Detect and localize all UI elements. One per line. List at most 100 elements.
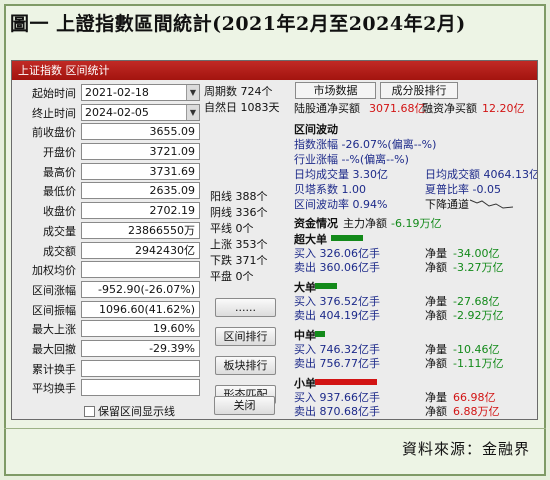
fund-sell: 卖出 756.77亿手 bbox=[294, 357, 380, 370]
stats-form: 起始时间 2021-02-18 ▼ 终止时间 2024-02-05 ▼ 前收盘价 36… bbox=[14, 83, 200, 398]
form-row: 成交量 23866550万 bbox=[14, 221, 200, 241]
fund-net-amt-label: 净额 bbox=[425, 309, 447, 322]
form-row: 收盘价 2702.19 bbox=[14, 201, 200, 221]
flat-line-count: 平线 0个 bbox=[210, 222, 254, 235]
form-row: 区间涨幅 -952.90(-26.07%) bbox=[14, 280, 200, 300]
form-row-label: 最大回撤 bbox=[32, 342, 76, 356]
form-row-value[interactable]: 2635.09 bbox=[81, 182, 200, 200]
fund-net-amt: 6.88万亿 bbox=[453, 405, 500, 418]
volatility-title: 区间波动 bbox=[294, 123, 338, 136]
fund-flow-bar bbox=[331, 235, 363, 241]
end-date-value: 2024-02-05 bbox=[85, 105, 149, 119]
source-note: 資料來源：金融界 bbox=[401, 440, 530, 458]
index-change: 指数涨幅 -26.07%(偏离--%) bbox=[294, 138, 437, 151]
range-stats-window: 上证指数 区间统计 起始时间 2021-02-18 ▼ 终止时间 2024-02-… bbox=[11, 60, 538, 420]
end-date-row: 终止时间 2024-02-05 ▼ bbox=[14, 103, 200, 123]
form-row-label: 成交额 bbox=[43, 244, 76, 258]
fund-net-amt: -1.11万亿 bbox=[453, 357, 504, 370]
start-date-label: 起始时间 bbox=[32, 87, 76, 100]
down-count: 下跌 371个 bbox=[210, 254, 268, 267]
connect-net-buy-value: 3071.68亿 bbox=[369, 102, 426, 115]
form-row-value[interactable]: 23866550万 bbox=[81, 221, 200, 239]
form-row: 最大回撤 -29.39% bbox=[14, 339, 200, 359]
window-title: 上证指数 区间统计 bbox=[12, 61, 537, 80]
start-date-value: 2021-02-18 bbox=[85, 86, 149, 99]
tab-component-rank[interactable]: 成分股排行 bbox=[380, 82, 458, 99]
main-net-label: 主力净额 bbox=[343, 217, 387, 230]
form-row-value[interactable]: -952.90(-26.07%) bbox=[81, 280, 200, 298]
window-body: 起始时间 2021-02-18 ▼ 终止时间 2024-02-05 ▼ 前收盘价 36… bbox=[12, 80, 538, 419]
form-row-value[interactable] bbox=[81, 379, 200, 397]
form-row: 开盘价 3721.09 bbox=[14, 142, 200, 162]
yang-count: 阳线 388个 bbox=[210, 190, 268, 203]
checkbox-icon[interactable] bbox=[84, 406, 95, 417]
close-button[interactable]: 关闭 bbox=[214, 396, 275, 415]
form-row-label: 前收盘价 bbox=[32, 126, 76, 140]
yin-count: 阴线 336个 bbox=[210, 206, 268, 219]
form-row: 前收盘价 3655.09 bbox=[14, 122, 200, 142]
period-count: 周期数 724个 bbox=[204, 85, 273, 98]
start-date-row: 起始时间 2021-02-18 ▼ bbox=[14, 83, 200, 103]
up-count: 上涨 353个 bbox=[210, 238, 268, 251]
beta: 贝塔系数 1.00 bbox=[294, 183, 366, 196]
form-row-label: 收盘价 bbox=[43, 205, 76, 219]
keep-range-line-label: 保留区间显示线 bbox=[98, 405, 175, 418]
form-row-value[interactable]: -29.39% bbox=[81, 339, 200, 357]
tab-market-data[interactable]: 市场数据 bbox=[295, 82, 376, 99]
form-row: 最高价 3731.69 bbox=[14, 162, 200, 182]
channel-status: 下降通道 bbox=[425, 198, 469, 211]
form-row-value[interactable]: 3655.09 bbox=[81, 123, 200, 141]
fund-sell: 卖出 870.68亿手 bbox=[294, 405, 380, 418]
fund-net-amt-label: 净额 bbox=[425, 405, 447, 418]
sharpe: 夏普比率 -0.05 bbox=[425, 183, 501, 196]
end-date-picker[interactable]: 2024-02-05 ▼ bbox=[81, 103, 200, 121]
form-row-label: 成交量 bbox=[43, 224, 76, 238]
range-rank-button[interactable]: 区间排行 bbox=[215, 327, 276, 346]
form-row: 最低价 2635.09 bbox=[14, 181, 200, 201]
fund-flow-bar bbox=[315, 283, 337, 289]
form-row-label: 加权均价 bbox=[32, 264, 76, 278]
form-row-label: 区间涨幅 bbox=[32, 283, 76, 297]
fund-net-amt: -2.92万亿 bbox=[453, 309, 504, 322]
form-row-value[interactable]: 3721.09 bbox=[81, 143, 200, 161]
margin-net-buy-value: 12.20亿 bbox=[482, 102, 525, 115]
fund-sell: 卖出 404.19亿手 bbox=[294, 309, 380, 322]
chevron-down-icon[interactable]: ▼ bbox=[186, 104, 199, 120]
fund-net-amt-label: 净额 bbox=[425, 261, 447, 274]
chevron-down-icon[interactable]: ▼ bbox=[186, 85, 199, 100]
form-row-label: 区间振幅 bbox=[32, 303, 76, 317]
fund-net-amt: -3.27万亿 bbox=[453, 261, 504, 274]
form-row: 加权均价 bbox=[14, 260, 200, 280]
form-row-value[interactable]: 2702.19 bbox=[81, 202, 200, 220]
avg-turnover: 日均成交额 4064.13亿 bbox=[425, 168, 538, 181]
form-row: 累计换手 bbox=[14, 359, 200, 379]
form-row-label: 平均换手 bbox=[32, 382, 76, 396]
form-row-label: 累计换手 bbox=[32, 362, 76, 376]
natural-days: 自然日 1083天 bbox=[204, 101, 280, 114]
panel-tabs: 市场数据 成分股排行 bbox=[285, 82, 537, 100]
form-row-value[interactable]: 19.60% bbox=[81, 320, 200, 338]
more-button[interactable]: ...... bbox=[215, 298, 276, 317]
figure-title: 圖一 上證指數區間統計(2021年2月至2024年2月) bbox=[10, 13, 466, 35]
market-data-panel: 市场数据 成分股排行 陆股通净买额 3071.68亿 融资净买额 12.20亿 … bbox=[285, 80, 538, 419]
main-net-value: -6.19万亿 bbox=[391, 217, 442, 230]
form-row-value[interactable]: 2942430亿 bbox=[81, 241, 200, 259]
margin-net-buy-label: 融资净买额 bbox=[422, 102, 477, 115]
fund-flow-bar bbox=[315, 379, 377, 385]
industry-change: 行业涨幅 --%(偏离--%) bbox=[294, 153, 409, 166]
form-row: 成交额 2942430亿 bbox=[14, 241, 200, 261]
keep-range-line-checkbox[interactable]: 保留区间显示线 bbox=[84, 403, 175, 419]
form-row-value[interactable] bbox=[81, 359, 200, 377]
form-row-value[interactable]: 1096.60(41.62%) bbox=[81, 300, 200, 318]
avg-volume: 日均成交量 3.30亿 bbox=[294, 168, 388, 181]
end-date-label: 终止时间 bbox=[32, 106, 76, 120]
form-row-label: 最高价 bbox=[43, 165, 76, 179]
sector-rank-button[interactable]: 板块排行 bbox=[215, 356, 276, 375]
form-row-value[interactable]: 3731.69 bbox=[81, 162, 200, 180]
form-row: 区间振幅 1096.60(41.62%) bbox=[14, 300, 200, 320]
fund-sell: 卖出 360.06亿手 bbox=[294, 261, 380, 274]
form-row-value[interactable] bbox=[81, 261, 200, 279]
connect-net-buy-label: 陆股通净买额 bbox=[294, 102, 360, 115]
start-date-picker[interactable]: 2021-02-18 ▼ bbox=[81, 84, 200, 101]
fund-net-amt-label: 净额 bbox=[425, 357, 447, 370]
